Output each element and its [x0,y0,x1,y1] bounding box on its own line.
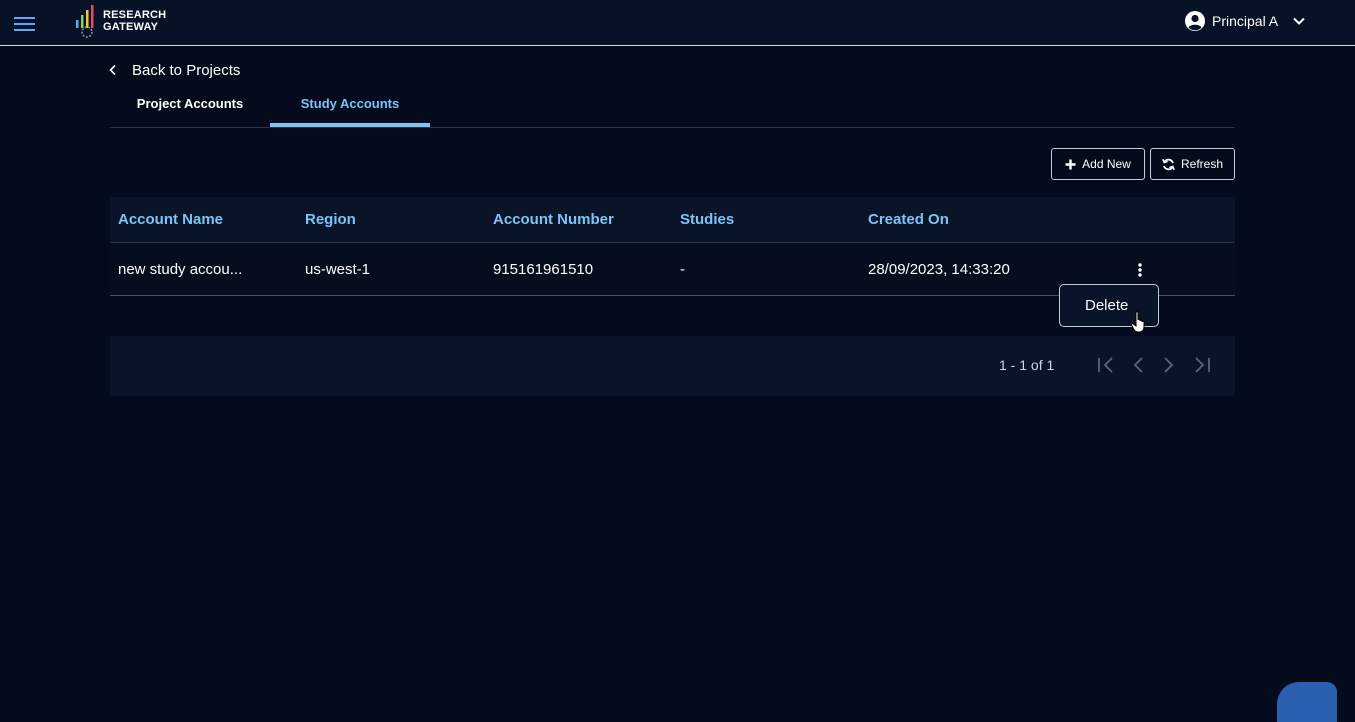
next-page-icon[interactable] [1157,356,1179,374]
column-header-account-name[interactable]: Account Name [118,197,223,243]
cell-created-on: 28/09/2023, 14:33:20 [868,261,1010,278]
column-header-region[interactable]: Region [305,197,356,243]
logo-bars-icon [76,5,94,38]
more-vertical-icon[interactable] [1134,261,1146,279]
account-tabs: Project Accounts Study Accounts [110,87,1235,128]
cell-studies: - [680,261,685,278]
user-menu[interactable]: Principal A [1184,8,1306,34]
add-new-label: Add New [1082,157,1131,171]
app-logo[interactable]: RESEARCH GATEWAY [74,3,174,39]
top-bar: RESEARCH GATEWAY Principal A [0,0,1355,46]
refresh-label: Refresh [1180,157,1224,171]
chevron-left-icon [109,64,116,76]
column-header-created-on[interactable]: Created On [868,197,949,243]
plus-icon [1065,159,1076,169]
study-accounts-table: Account Name Region Account Number Studi… [110,197,1235,296]
refresh-icon [1162,158,1175,170]
tab-study-accounts[interactable]: Study Accounts [270,87,430,127]
cell-region: us-west-1 [305,261,371,278]
cell-account-name: new study accou... [118,261,243,278]
last-page-icon[interactable] [1190,356,1212,374]
help-widget-button[interactable] [1277,682,1337,722]
previous-page-icon[interactable] [1128,356,1150,374]
first-page-icon[interactable] [1096,356,1118,374]
menu-icon[interactable] [14,17,36,33]
user-name: Principal A [1212,13,1279,29]
back-link-label: Back to Projects [132,61,241,79]
user-circle-icon [1185,11,1205,31]
column-header-account-number[interactable]: Account Number [493,197,614,243]
tab-project-accounts[interactable]: Project Accounts [110,87,270,127]
pagination-bar: 1 - 1 of 1 [110,336,1235,396]
hand-cursor-icon [1130,311,1145,333]
pagination-range: 1 - 1 of 1 [999,357,1055,373]
delete-menu-item[interactable]: Delete [1085,297,1128,314]
table-header: Account Name Region Account Number Studi… [110,197,1235,243]
back-to-projects-link[interactable]: Back to Projects [108,60,240,80]
column-header-studies[interactable]: Studies [680,197,734,243]
logo-text-line1: RESEARCH [103,9,167,21]
chevron-down-icon [1293,17,1305,25]
cell-account-number: 915161961510 [493,261,594,278]
refresh-button[interactable]: Refresh [1150,148,1235,180]
logo-text-line2: GATEWAY [103,21,159,33]
add-new-button[interactable]: Add New [1051,148,1145,180]
